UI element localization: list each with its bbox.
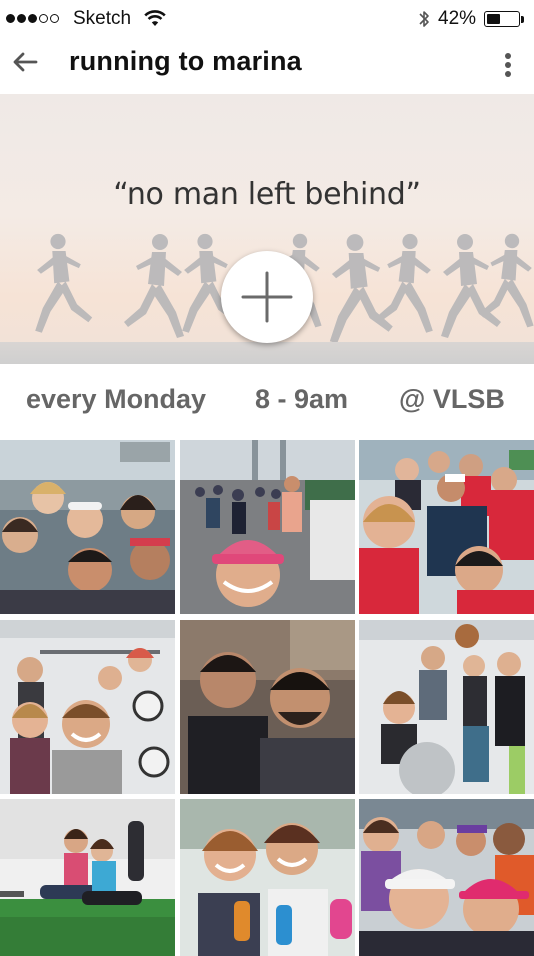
race-selfie-bridge-image	[180, 440, 355, 614]
arrow-left-icon	[13, 52, 38, 72]
runner-silhouette	[124, 234, 184, 338]
wifi-icon	[144, 10, 166, 26]
app-header: running to marina	[0, 38, 534, 94]
two-men-selfie-image	[180, 620, 355, 794]
group-motto: “no man left behind”	[113, 177, 421, 212]
photo-group-selfie-waterfront[interactable]	[0, 440, 175, 614]
photo-gym-class-group[interactable]	[0, 620, 175, 794]
runner-silhouette	[329, 234, 393, 344]
gym-class-group-image	[0, 620, 175, 794]
battery-icon	[484, 11, 520, 27]
runner-silhouette	[479, 233, 534, 328]
photo-two-men-selfie[interactable]	[180, 620, 355, 794]
photo-grid	[0, 440, 534, 956]
bluetooth-icon	[419, 11, 429, 27]
gym-fitness-group-image	[359, 620, 534, 794]
battery-percent: 42%	[438, 8, 477, 29]
photo-group-selfie-visors[interactable]	[359, 799, 534, 956]
group-selfie-waterfront-image	[0, 440, 175, 614]
back-button[interactable]	[10, 48, 42, 76]
status-bar: Sketch 42%	[0, 0, 534, 38]
hero-banner: “no man left behind”	[0, 94, 534, 364]
hero-ground	[0, 342, 534, 364]
two-women-sitting-gym-image	[0, 799, 175, 956]
group-selfie-visors-image	[359, 799, 534, 956]
runner-silhouette	[375, 233, 433, 333]
photo-two-women-water-bottles[interactable]	[180, 799, 355, 956]
photo-two-women-sitting-gym[interactable]	[0, 799, 175, 956]
runner-silhouette	[441, 234, 501, 338]
signal-strength-icon	[6, 14, 59, 23]
battery-tip	[521, 16, 524, 23]
schedule-day: every Monday	[26, 384, 207, 414]
runner-silhouette	[35, 233, 93, 333]
more-vertical-icon	[505, 53, 511, 59]
add-photo-button[interactable]	[221, 251, 313, 343]
battery-level-fill	[487, 14, 500, 24]
schedule-time: 8 - 9am	[255, 384, 349, 414]
schedule-location: @ VLSB	[399, 384, 505, 414]
two-women-water-bottles-image	[180, 799, 355, 956]
plus-icon	[241, 271, 293, 323]
photo-gym-fitness-group[interactable]	[359, 620, 534, 794]
group-selfie-red-shirts-image	[359, 440, 534, 614]
more-options-button[interactable]	[498, 50, 518, 80]
photo-race-selfie-bridge[interactable]	[180, 440, 355, 614]
page-title: running to marina	[69, 46, 302, 76]
photo-group-selfie-red-shirts[interactable]	[359, 440, 534, 614]
carrier-label: Sketch	[73, 8, 132, 29]
schedule-bar: every Monday 8 - 9am @ VLSB	[0, 364, 534, 436]
